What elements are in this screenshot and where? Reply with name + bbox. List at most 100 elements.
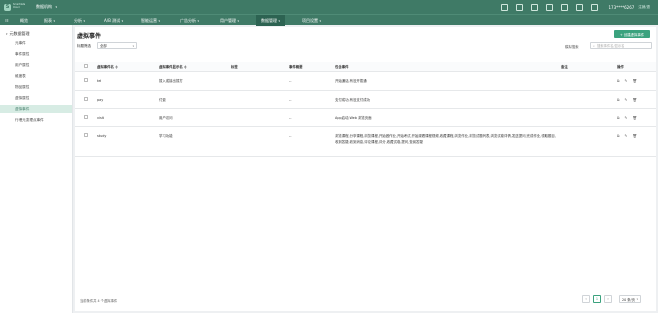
event-tags — [231, 126, 289, 157]
delete-icon[interactable]: 🗑 — [632, 78, 636, 84]
sidebar-item-meta-events[interactable]: 元事件 — [0, 39, 72, 47]
col-included-events: 包含事件 — [335, 62, 561, 72]
nav-project-settings[interactable]: 项目设置 ▾ — [302, 15, 321, 26]
sidebar-item-event-properties[interactable]: 事件属性 — [0, 50, 72, 58]
table-row: study 学习功能 -- 浏览课程,分享课程,浏览课程,开始做作业,开始考试,… — [75, 126, 656, 157]
sidebar-item-item-properties[interactable]: 物品属性 — [0, 83, 72, 91]
row-checkbox[interactable] — [75, 90, 97, 109]
row-checkbox[interactable] — [75, 126, 97, 157]
nav-ab-test[interactable]: A/B 测试 ▾ — [104, 15, 123, 26]
chevron-down-icon: ▾ — [121, 18, 124, 23]
edit-icon[interactable]: ✎ — [625, 97, 628, 103]
included-events: 开始通话,有没开拨通 — [335, 71, 561, 91]
page-size-select[interactable]: 20 条/页 ▾ — [619, 295, 641, 303]
delete-icon[interactable]: 🗑 — [632, 133, 636, 139]
included-events: 浏览课程,分享课程,浏览课程,开始做作业,开始考试,开始观看课程视频,收藏课程,… — [335, 126, 561, 157]
copy-icon[interactable]: ⧉ — [617, 133, 620, 139]
create-virtual-event-button[interactable]: + 创建虚拟事件 — [614, 30, 650, 38]
grid-icon[interactable] — [531, 3, 539, 11]
chevron-down-icon: ▾ — [237, 18, 240, 23]
book-icon[interactable] — [546, 3, 554, 11]
sidebar-item-virtual-properties[interactable]: 虚拟属性 — [0, 94, 72, 102]
copy-icon[interactable]: ⧉ — [617, 97, 620, 103]
chevron-down-icon: ▾ — [636, 297, 638, 301]
row-checkbox[interactable] — [75, 71, 97, 91]
row-actions: ⧉ ✎ 🗑 — [617, 90, 656, 109]
sidebar-item-user-properties[interactable]: 用户属性 — [0, 61, 72, 69]
nav-data-management[interactable]: 数据管理 ▾ — [256, 15, 286, 26]
search-mode-label: 模拟搜索 — [565, 45, 579, 49]
logo[interactable]: S Smartdata Cloud — [0, 3, 36, 11]
col-event-name[interactable]: 虚拟事件名 ≑ — [97, 62, 159, 72]
delete-icon[interactable]: 🗑 — [632, 97, 636, 103]
sidebar: ▾ 元数据管理 元事件 事件属性 用户属性 维度表 物品属性 虚拟属性 虚拟事件… — [0, 25, 73, 313]
col-display-name[interactable]: 虚拟事件显示名 ≑ — [159, 62, 231, 72]
sidebar-item-tracking-events[interactable]: 行埋元变理点事件 — [0, 116, 72, 124]
mobile-icon[interactable] — [591, 3, 599, 11]
event-display-name: 拨入或接出拨打 — [159, 71, 231, 91]
sidebar-group-metadata[interactable]: ▾ 元数据管理 — [6, 31, 30, 37]
page-size-value: 20 条/页 — [622, 297, 635, 302]
filter-value: 全部 — [100, 44, 107, 48]
col-note: 备注 — [561, 62, 617, 72]
event-tags — [231, 108, 289, 127]
search-input[interactable]: ⌕ 搜索事件名/显示名 — [590, 42, 652, 49]
edit-icon[interactable]: ✎ — [625, 133, 628, 139]
select-all-checkbox[interactable] — [75, 62, 97, 72]
brand-text: Smartdata Cloud — [13, 3, 26, 9]
filter-label: 标题筛选 — [77, 44, 91, 48]
page-1-button[interactable]: 1 — [593, 295, 601, 303]
clipboard-icon[interactable] — [516, 3, 524, 11]
sidebar-item-dimension-tables[interactable]: 维度表 — [0, 72, 72, 80]
nav-ad-analysis[interactable]: 广告分析 ▾ — [180, 15, 199, 26]
main-panel: 虚拟事件 + 创建虚拟事件 标题筛选 全部 ▾ 模拟搜索 ⌕ 搜索事件名/显示名… — [75, 27, 656, 311]
col-actions: 操作 — [617, 62, 656, 72]
event-note — [561, 108, 617, 127]
user-phone[interactable]: 173****6267 — [608, 5, 634, 10]
event-display-name: 学习功能 — [159, 126, 231, 157]
col-summary: 事件概要 — [289, 62, 335, 72]
event-tags — [231, 71, 289, 91]
result-count: 当前条件共 4 个虚拟事件 — [80, 299, 118, 303]
copy-icon[interactable]: ⧉ — [617, 78, 620, 84]
phone-icon[interactable] — [561, 3, 569, 11]
chevron-down-icon: ▾ — [319, 18, 322, 23]
prev-page-button[interactable]: ‹ — [582, 295, 590, 303]
sidebar-group-label: 元数据管理 — [9, 31, 30, 36]
event-summary: -- — [289, 126, 335, 157]
logo-icon: S — [4, 3, 11, 11]
event-display-name: 用户访问 — [159, 108, 231, 127]
edit-icon[interactable]: ✎ — [625, 78, 628, 84]
search-icon: ⌕ — [593, 43, 595, 48]
event-name-link[interactable]: visit — [97, 108, 159, 127]
row-actions: ⧉ ✎ 🗑 — [617, 126, 656, 157]
tag-filter-select[interactable]: 全部 ▾ — [97, 42, 137, 49]
next-page-button[interactable]: › — [604, 295, 612, 303]
row-checkbox[interactable] — [75, 108, 97, 127]
event-note — [561, 126, 617, 157]
doc-icon[interactable] — [501, 3, 509, 11]
table-row: visit 用户访问 -- App启动,Web 浏览页面 ⧉ ✎ 🗑 — [75, 108, 656, 127]
event-display-name: 付费 — [159, 90, 231, 109]
event-name-link[interactable]: pay — [97, 90, 159, 109]
delete-icon[interactable]: 🗑 — [632, 115, 636, 121]
event-name-link[interactable]: study — [97, 126, 159, 157]
chevron-down-icon: ▾ — [132, 43, 134, 48]
org-switcher[interactable]: 数据机构 ▾ — [36, 4, 57, 10]
tablet-icon[interactable] — [576, 3, 584, 11]
edit-icon[interactable]: ✎ — [625, 115, 628, 121]
nav-analysis[interactable]: 分析 ▾ — [74, 15, 85, 26]
nav-user-management[interactable]: 用户管理 ▾ — [220, 15, 239, 26]
chevron-down-icon: ▾ — [197, 18, 200, 23]
page-title: 虚拟事件 — [77, 33, 102, 40]
row-actions: ⧉ ✎ 🗑 — [617, 108, 656, 127]
chevron-down-icon: ▾ — [53, 18, 56, 23]
nav-smart-ops[interactable]: 智能运营 ▾ — [141, 15, 160, 26]
copy-icon[interactable]: ⧉ — [617, 115, 620, 121]
logout-link[interactable]: 注销/退 — [638, 5, 650, 10]
sidebar-item-virtual-events[interactable]: 虚拟事件 — [0, 105, 72, 113]
pagination: ‹ 1 › 20 条/页 ▾ — [582, 295, 641, 303]
event-name-link[interactable]: tel — [97, 71, 159, 91]
included-events: 支付成功,有没支付成功 — [335, 90, 561, 109]
event-summary: -- — [289, 90, 335, 109]
